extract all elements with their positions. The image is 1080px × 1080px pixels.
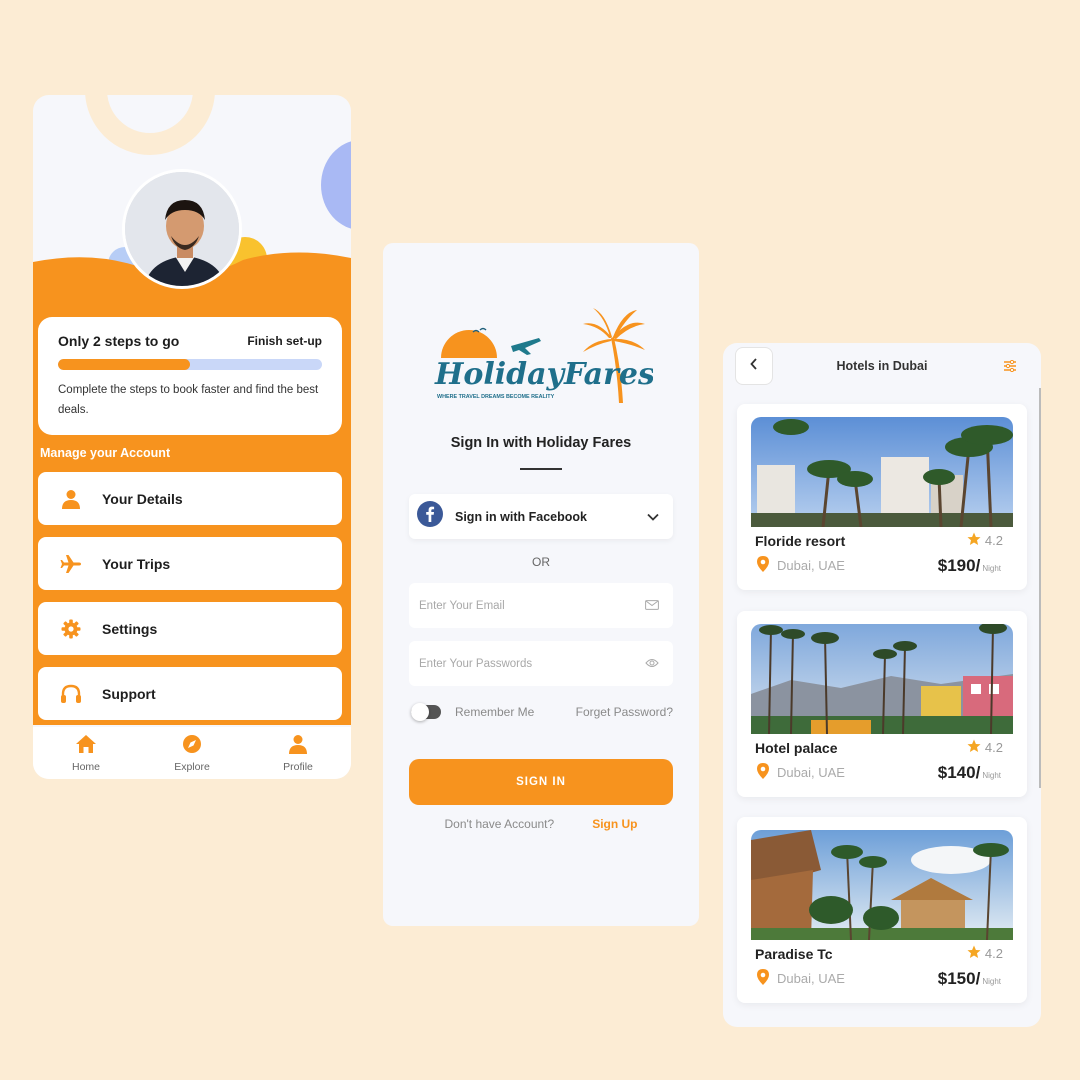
price-unit: Night xyxy=(982,771,1001,780)
signup-link[interactable]: Sign Up xyxy=(592,817,637,831)
email-input[interactable] xyxy=(419,599,645,612)
hotel-photo xyxy=(751,624,1013,734)
star-icon xyxy=(967,945,981,962)
menu-item-your-trips[interactable]: Your Trips xyxy=(38,537,342,590)
user-icon xyxy=(58,489,84,509)
star-icon xyxy=(967,739,981,756)
setup-progress-card: Only 2 steps to go Finish set-up Complet… xyxy=(38,317,342,435)
signin-title: Sign In with Holiday Fares xyxy=(450,435,632,451)
page-title: Hotels in Dubai xyxy=(836,359,928,373)
price-value: $150/ xyxy=(937,969,981,988)
menu-item-label: Support xyxy=(102,685,156,702)
menu-item-settings[interactable]: Settings xyxy=(38,602,342,655)
hotel-photo xyxy=(751,417,1013,527)
facebook-signin-label: Sign in with Facebook xyxy=(455,509,587,524)
compass-icon xyxy=(182,734,202,759)
profile-screen: Only 2 steps to go Finish set-up Complet… xyxy=(33,95,351,779)
hotels-screen: Hotels in Dubai Floride resort 4.2 Dubai… xyxy=(723,343,1041,1027)
facebook-signin-button[interactable]: Sign in with Facebook xyxy=(409,494,673,539)
nav-profile[interactable]: Profile xyxy=(258,734,338,773)
hotel-name: Paradise Tc xyxy=(755,946,833,962)
scrollbar[interactable] xyxy=(1039,388,1041,788)
hotel-rating: 4.2 xyxy=(967,532,1003,549)
hotel-price: $190/ Night xyxy=(938,556,1001,576)
location-pin-icon xyxy=(757,763,769,782)
setup-progress-fill xyxy=(58,359,190,370)
logo-tagline: WHERE TRAVEL DREAMS BECOME REALITY xyxy=(437,394,555,400)
hotel-card[interactable]: Hotel palace 4.2 Dubai, UAE $140/ Night xyxy=(737,611,1027,797)
signin-button[interactable]: SIGN IN xyxy=(409,759,673,805)
location-text: Dubai, UAE xyxy=(777,765,845,780)
or-divider: OR xyxy=(532,555,550,569)
setup-progress-bar xyxy=(58,359,322,370)
nav-explore[interactable]: Explore xyxy=(152,734,232,773)
menu-item-support[interactable]: Support xyxy=(38,667,342,720)
title-underline xyxy=(520,468,562,470)
no-account-text: Don't have Account? xyxy=(444,817,555,831)
steps-description: Complete the steps to book faster and fi… xyxy=(58,384,319,416)
rating-value: 4.2 xyxy=(984,946,1003,961)
forget-password-link[interactable]: Forget Password? xyxy=(576,705,673,719)
price-value: $190/ xyxy=(937,556,981,575)
logo-wordmark: HolidayFares xyxy=(434,357,653,392)
facebook-icon xyxy=(417,501,443,532)
price-unit: Night xyxy=(982,564,1001,573)
eye-icon[interactable] xyxy=(645,655,659,673)
filter-icon[interactable] xyxy=(1003,359,1017,377)
decorative-ring xyxy=(85,95,215,155)
hotel-card[interactable]: Floride resort 4.2 Dubai, UAE $190/ Nigh… xyxy=(737,404,1027,590)
location-pin-icon xyxy=(757,556,769,575)
remember-row: Remember Me Forget Password? xyxy=(411,703,673,721)
price-value: $140/ xyxy=(937,763,981,782)
email-field[interactable] xyxy=(409,583,673,628)
signin-screen: HolidayFares WHERE TRAVEL DREAMS BECOME … xyxy=(383,243,699,926)
bottom-navigation: Home Explore Profile xyxy=(33,727,351,779)
nav-label: Explore xyxy=(174,760,210,773)
gear-icon xyxy=(58,619,84,639)
hotel-location: Dubai, UAE xyxy=(757,556,845,575)
price-unit: Night xyxy=(982,977,1001,986)
hotel-location: Dubai, UAE xyxy=(757,763,845,782)
home-icon xyxy=(75,734,97,759)
hotel-location: Dubai, UAE xyxy=(757,969,845,988)
hotel-name: Hotel palace xyxy=(755,740,838,756)
menu-item-label: Settings xyxy=(102,620,158,637)
star-icon xyxy=(967,532,981,549)
finish-setup-link[interactable]: Finish set-up xyxy=(247,334,322,348)
steps-title: Only 2 steps to go xyxy=(58,333,180,349)
hotel-rating: 4.2 xyxy=(967,945,1003,962)
decorative-blob xyxy=(321,140,351,230)
menu-item-label: Your Trips xyxy=(102,555,171,572)
profile-icon xyxy=(288,734,308,759)
nav-home[interactable]: Home xyxy=(46,734,126,773)
headphones-icon xyxy=(58,684,84,704)
location-text: Dubai, UAE xyxy=(777,971,845,986)
remember-me-toggle[interactable] xyxy=(411,703,441,721)
nav-label: Home xyxy=(71,760,100,773)
signup-row: Don't have Account? Sign Up xyxy=(383,817,699,831)
nav-label: Profile xyxy=(283,760,313,773)
hotel-price: $140/ Night xyxy=(938,763,1001,783)
hotel-name: Floride resort xyxy=(755,533,846,549)
holiday-fares-logo: HolidayFares WHERE TRAVEL DREAMS BECOME … xyxy=(433,308,655,413)
menu-item-your-details[interactable]: Your Details xyxy=(38,472,342,525)
hotel-price: $150/ Night xyxy=(938,969,1001,989)
manage-account-heading: Manage your Account xyxy=(40,446,171,460)
hotel-rating: 4.2 xyxy=(967,739,1003,756)
location-pin-icon xyxy=(757,969,769,988)
avatar[interactable] xyxy=(122,169,242,289)
hotel-photo xyxy=(751,830,1013,940)
rating-value: 4.2 xyxy=(984,533,1003,548)
mail-icon xyxy=(645,597,659,615)
remember-me-label: Remember Me xyxy=(455,705,535,719)
rating-value: 4.2 xyxy=(984,740,1003,755)
menu-item-label: Your Details xyxy=(102,490,183,507)
plane-icon xyxy=(58,554,84,574)
password-field[interactable] xyxy=(409,641,673,686)
location-text: Dubai, UAE xyxy=(777,558,845,573)
password-input[interactable] xyxy=(419,657,645,670)
hotel-card[interactable]: Paradise Tc 4.2 Dubai, UAE $150/ Night xyxy=(737,817,1027,1003)
chevron-down-icon[interactable] xyxy=(647,508,659,526)
